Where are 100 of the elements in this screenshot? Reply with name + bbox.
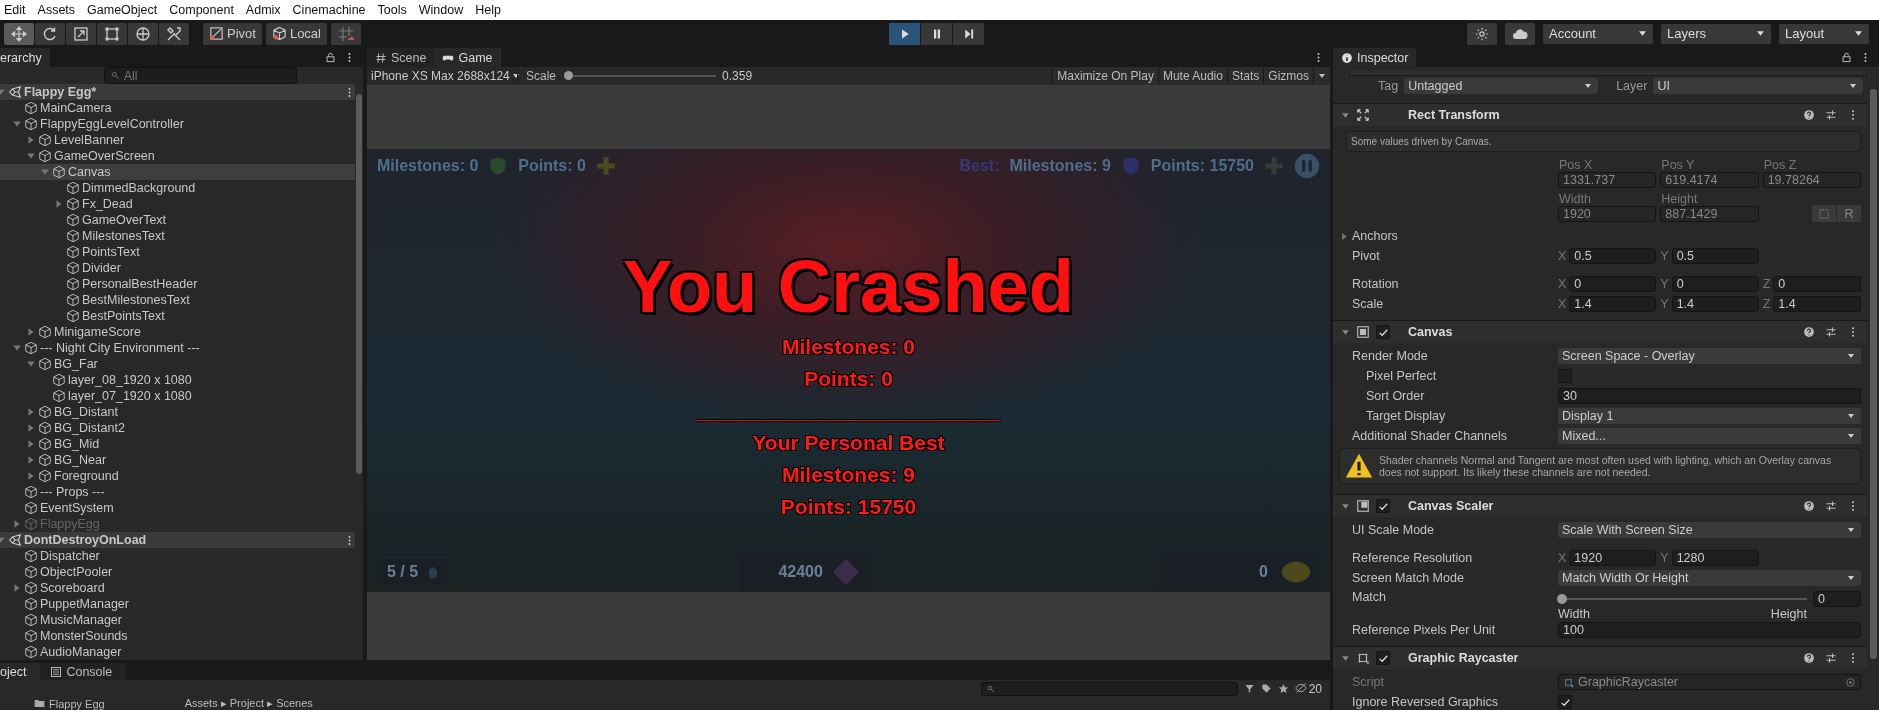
number-field[interactable]: 0	[1569, 276, 1657, 292]
hierarchy-item[interactable]: PointsText	[0, 244, 355, 260]
menu-item[interactable]: Window	[414, 3, 472, 17]
hierarchy-item[interactable]: BG_Distant2	[0, 420, 355, 436]
cloud-button[interactable]	[1505, 22, 1535, 45]
layers-dropdown[interactable]: Layers	[1661, 23, 1771, 44]
scene-header[interactable]: DontDestroyOnLoad	[0, 532, 355, 548]
checkbox[interactable]	[1376, 499, 1390, 513]
hierarchy-item[interactable]: GameOverText	[0, 212, 355, 228]
search-input[interactable]: All	[124, 68, 296, 83]
hierarchy-item[interactable]: PersonalBestHeader	[0, 276, 355, 292]
transform-tool-button[interactable]	[128, 22, 158, 45]
hierarchy-item[interactable]: MonsterSounds	[0, 628, 355, 644]
filter-icon[interactable]	[1243, 683, 1255, 694]
scale-tool-button[interactable]	[66, 22, 96, 45]
view-tab[interactable]: Game	[434, 48, 501, 67]
search-field[interactable]: All	[104, 67, 297, 84]
hierarchy-item[interactable]: Foreground	[0, 468, 355, 484]
number-field[interactable]: 887.1429	[1660, 206, 1759, 222]
hierarchy-tab[interactable]: erarchy	[0, 48, 50, 67]
layout-dropdown[interactable]: Layout	[1779, 23, 1869, 44]
menu-item[interactable]: Component	[165, 3, 242, 17]
component-header[interactable]: Canvas	[1333, 320, 1867, 343]
hierarchy-item[interactable]: MilestonesText	[0, 228, 355, 244]
number-field[interactable]: 619.4174	[1660, 172, 1759, 188]
number-field[interactable]: 0.5	[1569, 248, 1657, 264]
panel-tab[interactable]: Console	[40, 663, 127, 680]
rotate-tool-button[interactable]	[35, 22, 65, 45]
hierarchy-item[interactable]: BestPointsText	[0, 308, 355, 324]
hierarchy-item[interactable]: GameOverScreen	[0, 148, 355, 164]
component-header[interactable]: Graphic Raycaster	[1333, 646, 1867, 669]
custom-tool-button[interactable]	[159, 22, 189, 45]
account-dropdown[interactable]: Account	[1543, 23, 1653, 44]
hierarchy-item[interactable]: Canvas	[0, 164, 355, 180]
hierarchy-item[interactable]: --- Props ---	[0, 484, 355, 500]
dropdown[interactable]: Mixed...	[1558, 428, 1861, 444]
foldout-label[interactable]: Anchors	[1352, 229, 1558, 243]
hidden-count[interactable]: 20	[1294, 681, 1322, 696]
hierarchy-item[interactable]: MinigameScore	[0, 324, 355, 340]
menu-item[interactable]: Help	[471, 3, 509, 17]
hierarchy-item[interactable]: MusicManager	[0, 612, 355, 628]
panel-tab[interactable]: oject	[0, 663, 41, 680]
move-tool-button[interactable]	[4, 22, 34, 45]
slider-thumb[interactable]	[564, 71, 574, 80]
number-field[interactable]: 100	[1558, 622, 1861, 638]
inspector-tab[interactable]: Inspector	[1333, 48, 1417, 67]
menu-item[interactable]: Edit	[0, 3, 34, 17]
checkbox[interactable]	[1376, 651, 1390, 665]
collapsed-arrow-icon[interactable]	[26, 455, 36, 465]
tag-icon[interactable]	[1260, 683, 1272, 694]
toolbar-toggle[interactable]: Gizmos	[1263, 67, 1313, 85]
menu-item[interactable]: Tools	[373, 3, 415, 17]
hierarchy-item[interactable]: BG_Mid	[0, 436, 355, 452]
dropdown[interactable]: Display 1	[1558, 408, 1861, 424]
dropdown[interactable]: Screen Space - Overlay	[1558, 348, 1861, 364]
expanded-arrow-icon[interactable]	[12, 119, 22, 129]
toolbar-toggle[interactable]: Stats	[1226, 67, 1264, 85]
hierarchy-item[interactable]: BG_Far	[0, 356, 355, 372]
hierarchy-item[interactable]: Dispatcher	[0, 548, 355, 564]
expanded-arrow-icon[interactable]	[26, 359, 36, 369]
number-field[interactable]: 1280	[1671, 550, 1759, 566]
toolbar-toggle[interactable]: Mute Audio	[1157, 67, 1227, 85]
collapsed-arrow-icon[interactable]	[26, 471, 36, 481]
hierarchy-item[interactable]: layer_07_1920 x 1080	[0, 388, 355, 404]
expanded-arrow-icon[interactable]	[26, 151, 36, 161]
hierarchy-item[interactable]: PuppetManager	[0, 596, 355, 612]
expanded-arrow-icon[interactable]	[12, 343, 22, 353]
hierarchy-item[interactable]: MainCamera	[0, 100, 355, 116]
dropdown[interactable]: Match Width Or Height	[1558, 570, 1861, 586]
slider-thumb[interactable]	[1557, 594, 1567, 604]
collapsed-arrow-icon[interactable]	[26, 135, 36, 145]
breadcrumb-path[interactable]: Assets ▸ Project ▸ Scenes	[184, 697, 313, 710]
number-field[interactable]: 0	[1773, 276, 1861, 292]
collapsed-arrow-icon[interactable]	[12, 583, 22, 593]
star-icon[interactable]	[1277, 683, 1289, 694]
menu-item[interactable]: Admix	[241, 3, 289, 17]
hierarchy-item[interactable]: FlappyEggLevelController	[0, 116, 355, 132]
collapsed-arrow-icon[interactable]	[26, 327, 36, 337]
hierarchy-item[interactable]: BG_Distant	[0, 404, 355, 420]
layer-dropdown[interactable]: UI	[1653, 78, 1863, 94]
pause-button[interactable]	[921, 22, 952, 45]
collapsed-arrow-icon[interactable]	[26, 439, 36, 449]
checkbox[interactable]	[1376, 325, 1390, 339]
dropdown[interactable]: Scale With Screen Size	[1558, 522, 1861, 538]
menu-item[interactable]: Assets	[33, 3, 84, 17]
menu-item[interactable]: Cinemachine	[288, 3, 374, 17]
tag-dropdown[interactable]: Untagged	[1404, 78, 1599, 94]
number-field[interactable]: 1920	[1569, 550, 1657, 566]
component-header[interactable]: Canvas Scaler	[1333, 494, 1867, 517]
play-button[interactable]	[889, 22, 920, 45]
hierarchy-item[interactable]: Divider	[0, 260, 355, 276]
checkbox[interactable]	[1558, 695, 1572, 709]
hierarchy-item[interactable]: BG_Near	[0, 452, 355, 468]
collapsed-arrow-icon[interactable]	[54, 199, 64, 209]
lighting-button[interactable]	[1467, 22, 1497, 45]
hierarchy-item[interactable]: ObjectPooler	[0, 564, 355, 580]
local-button[interactable]: Local	[265, 22, 327, 45]
hierarchy-item[interactable]: Scoreboard	[0, 580, 355, 596]
toolbar-toggle[interactable]: Maximize On Play	[1052, 67, 1158, 85]
scene-header[interactable]: Flappy Egg*	[0, 84, 355, 100]
